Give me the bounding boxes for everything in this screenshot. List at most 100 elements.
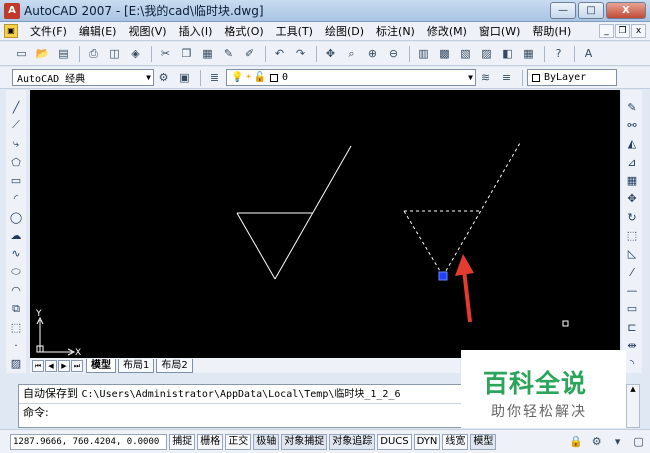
grip-point[interactable] [438, 271, 448, 281]
move-icon[interactable]: ✥ [624, 190, 640, 208]
toggle-ducs[interactable]: DUCS [377, 433, 412, 450]
menu-format[interactable]: 格式(O) [218, 23, 269, 39]
drawing-area[interactable]: Y X [30, 90, 620, 358]
trim-icon[interactable]: ⁄ [624, 263, 640, 281]
make-block-icon[interactable]: ⬚ [8, 318, 24, 336]
toggle-model[interactable]: 模型 [470, 433, 497, 450]
minimize-button[interactable]: — [550, 2, 576, 19]
new-icon[interactable]: ▭ [12, 45, 31, 63]
workspace-save-icon[interactable]: ▣ [175, 69, 194, 87]
menu-window[interactable]: 窗口(W) [473, 23, 526, 39]
cut-icon[interactable]: ✂ [156, 45, 175, 63]
clean-screen-icon[interactable]: ▢ [629, 433, 648, 451]
copy-icon[interactable]: ❐ [177, 45, 196, 63]
hatch-icon[interactable]: ▨ [8, 355, 24, 373]
preview-icon[interactable]: ◫ [105, 45, 124, 63]
polyline-icon[interactable]: ⤷ [8, 135, 24, 153]
layer-manager-icon[interactable]: ≣ [205, 69, 224, 87]
toggle-lineweight[interactable]: 线宽 [442, 433, 469, 450]
layer-previous-icon[interactable]: ≋ [476, 69, 495, 87]
menu-dimension[interactable]: 标注(N) [370, 23, 421, 39]
fillet-icon[interactable]: ◝ [624, 355, 640, 373]
join-icon[interactable]: ⊏ [624, 318, 640, 336]
toggle-dyn[interactable]: DYN [413, 433, 441, 450]
coordinate-readout[interactable]: 1287.9666, 760.4204, 0.0000 [10, 433, 168, 450]
layer-dropdown[interactable]: 💡 ☀ 🔓 0 ▼ [226, 69, 476, 86]
tool-palettes-icon[interactable]: ▧ [456, 45, 475, 63]
menu-insert[interactable]: 插入(I) [173, 23, 219, 39]
redo-icon[interactable]: ↷ [291, 45, 310, 63]
zoom-window-icon[interactable]: ⊕ [363, 45, 382, 63]
extend-icon[interactable]: — [624, 281, 640, 299]
tab-layout2[interactable]: 布局2 [156, 358, 193, 373]
next-tab-icon[interactable]: ▶ [58, 359, 70, 372]
color-dropdown[interactable]: ByLayer [527, 69, 617, 86]
document-icon[interactable]: ▣ [4, 24, 18, 38]
ellipse-arc-icon[interactable]: ◠ [8, 281, 24, 299]
rotate-icon[interactable]: ↻ [624, 208, 640, 226]
first-tab-icon[interactable]: ⏮ [32, 359, 44, 372]
match-icon[interactable]: ✐ [240, 45, 259, 63]
doc-close-button[interactable]: x [631, 24, 646, 38]
menu-edit[interactable]: 编辑(E) [73, 23, 123, 39]
maximize-button[interactable]: □ [578, 2, 604, 19]
menu-tools[interactable]: 工具(T) [270, 23, 319, 39]
pan-icon[interactable]: ✥ [321, 45, 340, 63]
sheet-set-icon[interactable]: ▨ [477, 45, 496, 63]
menu-file[interactable]: 文件(F) [24, 23, 73, 39]
tab-layout1[interactable]: 布局1 [118, 358, 155, 373]
open-icon[interactable]: 📂 [33, 45, 52, 63]
ellipse-icon[interactable]: ⬭ [8, 263, 24, 281]
polygon-icon[interactable]: ⬠ [8, 153, 24, 171]
line-icon[interactable]: ╱ [8, 98, 24, 116]
scale-icon[interactable]: ⬚ [624, 226, 640, 244]
break-icon[interactable]: ▭ [624, 300, 640, 318]
mirror-icon[interactable]: ◭ [624, 135, 640, 153]
menu-draw[interactable]: 绘图(D) [319, 23, 370, 39]
text-style-icon[interactable]: A [579, 45, 598, 63]
tray-menu-icon[interactable]: ▾ [608, 433, 627, 451]
array-icon[interactable]: ▦ [624, 171, 640, 189]
workspace-settings-icon[interactable]: ⚙ [154, 69, 173, 87]
rectangle-icon[interactable]: ▭ [8, 171, 24, 189]
erase-icon[interactable]: ✎ [624, 98, 640, 116]
spline-icon[interactable]: ∿ [8, 245, 24, 263]
publish-icon[interactable]: ◈ [126, 45, 145, 63]
point-icon[interactable]: · [8, 336, 24, 354]
workspace-dropdown[interactable]: AutoCAD 经典 ▼ [12, 69, 154, 86]
save-icon[interactable]: ▤ [54, 45, 73, 63]
chamfer-icon[interactable]: ⇹ [624, 336, 640, 354]
toggle-otrack[interactable]: 对象追踪 [329, 433, 376, 450]
undo-icon[interactable]: ↶ [270, 45, 289, 63]
circle-icon[interactable]: ◯ [8, 208, 24, 226]
toggle-polar[interactable]: 极轴 [253, 433, 280, 450]
tab-model[interactable]: 模型 [86, 358, 116, 373]
menu-help[interactable]: 帮助(H) [526, 23, 577, 39]
offset-icon[interactable]: ⊿ [624, 153, 640, 171]
last-tab-icon[interactable]: ⏭ [71, 359, 83, 372]
insert-block-icon[interactable]: ⧉ [8, 300, 24, 318]
tray-settings-icon[interactable]: ⚙ [587, 433, 606, 451]
properties-icon[interactable]: ▥ [414, 45, 433, 63]
construction-line-icon[interactable]: ⟋ [8, 116, 24, 134]
make-current-icon[interactable]: ≡ [497, 69, 516, 87]
copy-object-icon[interactable]: ⚯ [624, 116, 640, 134]
help-icon[interactable]: ? [549, 45, 568, 63]
prev-tab-icon[interactable]: ◀ [45, 359, 57, 372]
menu-view[interactable]: 视图(V) [122, 23, 172, 39]
toggle-ortho[interactable]: 正交 [225, 433, 252, 450]
markup-icon[interactable]: ◧ [498, 45, 517, 63]
close-button[interactable]: X [606, 2, 646, 19]
revision-cloud-icon[interactable]: ☁ [8, 226, 24, 244]
zoom-realtime-icon[interactable]: ⌕ [342, 45, 361, 63]
doc-restore-button[interactable]: ❐ [615, 24, 630, 38]
doc-minimize-button[interactable]: _ [599, 24, 614, 38]
design-center-icon[interactable]: ▩ [435, 45, 454, 63]
menu-modify[interactable]: 修改(M) [421, 23, 473, 39]
stretch-icon[interactable]: ◺ [624, 245, 640, 263]
autocad-logo-icon[interactable]: A [4, 2, 20, 19]
tray-lock-icon[interactable]: 🔒 [566, 433, 585, 451]
toggle-osnap[interactable]: 对象捕捉 [281, 433, 328, 450]
print-icon[interactable]: ⎙ [84, 45, 103, 63]
zoom-previous-icon[interactable]: ⊖ [384, 45, 403, 63]
